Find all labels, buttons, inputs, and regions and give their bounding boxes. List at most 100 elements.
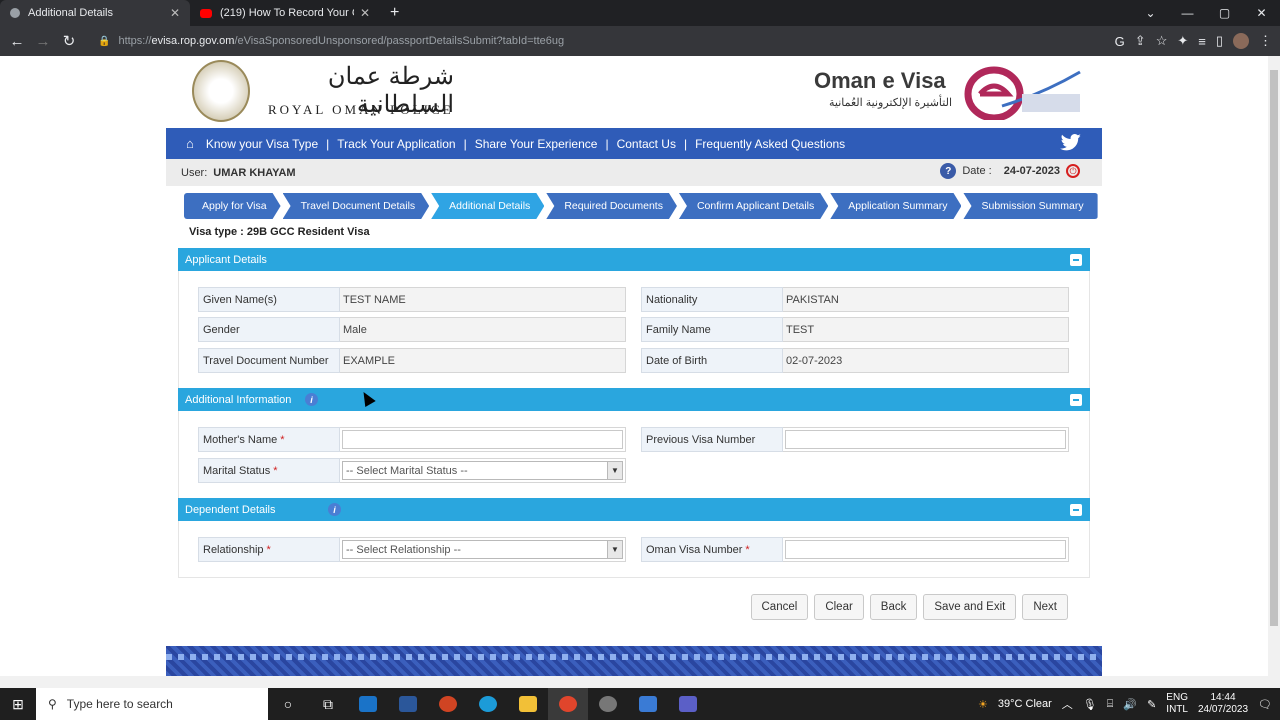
clock[interactable]: 14:44 24/07/2023: [1198, 692, 1248, 716]
user-label: User:: [181, 166, 208, 179]
weather-text[interactable]: 39°C Clear: [998, 698, 1052, 710]
chrome-icon[interactable]: [548, 688, 588, 720]
info-icon[interactable]: i: [328, 503, 341, 516]
step-apply-for-visa[interactable]: Apply for Visa: [184, 193, 281, 219]
word-icon[interactable]: [388, 688, 428, 720]
home-icon[interactable]: ⌂: [186, 136, 194, 151]
user-bar: User: UMAR KHAYAM ? Date : 24-07-2023 ⏻: [166, 159, 1102, 186]
edge-icon[interactable]: [468, 688, 508, 720]
step-additional-details[interactable]: Additional Details: [431, 193, 544, 219]
nav-share-experience[interactable]: Share Your Experience: [475, 137, 598, 151]
visa-type: Visa type : 29B GCC Resident Visa: [189, 226, 370, 238]
notifications-icon[interactable]: 🗨: [1258, 698, 1272, 711]
windows-start-icon[interactable]: ⊞: [0, 688, 36, 720]
tab-youtube[interactable]: (219) How To Record Your Comp ✕: [190, 0, 380, 26]
tab-search-icon[interactable]: ⌄: [1132, 6, 1169, 20]
volume-icon[interactable]: 🔊: [1123, 698, 1137, 711]
visa-type-label: Visa type: [189, 226, 238, 238]
nav-faq[interactable]: Frequently Asked Questions: [695, 137, 845, 151]
close-tab-icon[interactable]: ✕: [360, 6, 370, 20]
additional-information-header[interactable]: Additional Information i: [178, 388, 1090, 411]
maximize-icon[interactable]: ▢: [1206, 6, 1243, 20]
back-arrow-icon[interactable]: ←: [4, 33, 30, 50]
file-explorer-icon[interactable]: [508, 688, 548, 720]
oman-visa-number-input[interactable]: [783, 537, 1069, 562]
close-tab-icon[interactable]: ✕: [170, 6, 180, 20]
oman-evisa-title: Oman e Visa: [814, 68, 946, 93]
language-indicator[interactable]: ENG INTL: [1166, 692, 1188, 716]
help-icon[interactable]: ?: [940, 163, 957, 179]
side-panel-icon[interactable]: ▯: [1216, 33, 1223, 49]
close-window-icon[interactable]: ✕: [1243, 6, 1280, 20]
applicant-details-header[interactable]: Applicant Details: [178, 248, 1090, 271]
dependent-details-header[interactable]: Dependent Details i: [178, 498, 1090, 521]
collapse-icon[interactable]: [1070, 504, 1082, 516]
mothers-name-input[interactable]: [340, 427, 626, 452]
collapse-icon[interactable]: [1070, 254, 1082, 266]
gender-label: Gender: [198, 317, 340, 342]
minimize-icon[interactable]: —: [1169, 6, 1206, 20]
nationality-label: Nationality: [641, 287, 783, 312]
marital-status-select[interactable]: -- Select Marital Status -- ▼: [340, 458, 626, 483]
date-value: 24-07-2023: [1003, 165, 1060, 177]
additional-information-body: [178, 411, 1090, 499]
nav-track-application[interactable]: Track Your Application: [337, 137, 455, 151]
reading-list-icon[interactable]: ≡: [1198, 34, 1206, 49]
tab-additional-details[interactable]: Additional Details ✕: [0, 0, 190, 26]
cancel-button[interactable]: Cancel: [750, 594, 809, 620]
oman-visa-number-field: Oman Visa Number *: [641, 537, 1069, 562]
logout-power-icon[interactable]: ⏻: [1066, 164, 1080, 178]
collapse-icon[interactable]: [1070, 394, 1082, 406]
dropdown-arrow-icon[interactable]: ▼: [607, 462, 622, 479]
horizontal-scrollbar[interactable]: [0, 676, 1280, 688]
cortana-icon[interactable]: ○: [268, 688, 308, 720]
previous-visa-number-input[interactable]: [783, 427, 1069, 452]
rop-english-title: ROYAL OMAN POLICE: [268, 102, 454, 117]
forward-arrow-icon[interactable]: →: [30, 33, 56, 50]
new-tab-icon[interactable]: +: [390, 4, 399, 22]
reload-icon[interactable]: ↻: [56, 32, 82, 50]
tray-chevron-icon[interactable]: ︿: [1062, 696, 1073, 712]
given-name-value: TEST NAME: [340, 287, 626, 312]
given-name-label: Given Name(s): [198, 287, 340, 312]
mail-icon[interactable]: [348, 688, 388, 720]
calculator-icon[interactable]: [628, 688, 668, 720]
info-icon[interactable]: i: [305, 393, 318, 406]
twitter-icon[interactable]: [1060, 134, 1082, 152]
nav-know-visa-type[interactable]: Know your Visa Type: [206, 137, 318, 151]
relationship-select[interactable]: -- Select Relationship -- ▼: [340, 537, 626, 562]
extensions-icon[interactable]: ✦: [1177, 33, 1188, 49]
step-confirm-applicant-details[interactable]: Confirm Applicant Details: [679, 193, 828, 219]
clear-button[interactable]: Clear: [814, 594, 864, 620]
nav-contact-us[interactable]: Contact Us: [617, 137, 676, 151]
search-icon: ⚲: [48, 697, 57, 711]
menu-kebab-icon[interactable]: ⋮: [1259, 33, 1272, 49]
url-field[interactable]: 🔒 https://evisa.rop.gov.om/eVisaSponsore…: [98, 30, 564, 52]
save-and-exit-button[interactable]: Save and Exit: [923, 594, 1017, 620]
pen-icon[interactable]: ✎: [1147, 698, 1156, 711]
dropdown-arrow-icon[interactable]: ▼: [607, 541, 622, 558]
powerpoint-icon[interactable]: [428, 688, 468, 720]
bookmark-star-icon[interactable]: ☆: [1156, 33, 1168, 49]
network-icon[interactable]: ⌸: [1107, 698, 1114, 711]
vertical-scrollbar[interactable]: [1268, 56, 1280, 676]
system-tray: ☀ 39°C Clear ︿ 🎙 ⌸ 🔊 ✎ ENG INTL 14:44 24/0…: [978, 688, 1280, 720]
share-icon[interactable]: ⇪: [1135, 33, 1146, 49]
step-submission-summary[interactable]: Submission Summary: [963, 193, 1098, 219]
profile-avatar[interactable]: [1233, 33, 1249, 49]
oman-visa-number-label: Oman Visa Number *: [641, 537, 783, 562]
app-icon[interactable]: [588, 688, 628, 720]
google-icon[interactable]: G: [1115, 34, 1125, 49]
tab-title: (219) How To Record Your Comp: [220, 7, 354, 19]
taskbar-search[interactable]: ⚲ Type here to search: [36, 688, 268, 720]
next-button[interactable]: Next: [1022, 594, 1068, 620]
step-application-summary[interactable]: Application Summary: [830, 193, 961, 219]
task-view-icon[interactable]: ⧉: [308, 688, 348, 720]
teams-icon[interactable]: [668, 688, 708, 720]
step-travel-document-details[interactable]: Travel Document Details: [283, 193, 430, 219]
microphone-icon[interactable]: 🎙: [1083, 698, 1097, 711]
top-navigation: ⌂ Know your Visa Type | Track Your Applic…: [166, 128, 1102, 159]
step-required-documents[interactable]: Required Documents: [546, 193, 677, 219]
back-button[interactable]: Back: [869, 594, 918, 620]
weather-icon: ☀: [978, 698, 988, 711]
